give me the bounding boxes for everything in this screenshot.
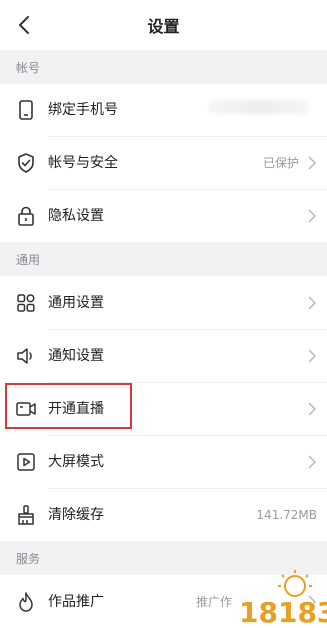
highlight-box <box>5 383 132 429</box>
back-arrow-icon <box>19 16 29 34</box>
header-bar: 设置 <box>0 0 327 50</box>
back-button[interactable] <box>12 12 36 38</box>
speaker-icon <box>16 346 36 366</box>
broom-icon <box>16 505 36 525</box>
page-title: 设置 <box>147 17 180 36</box>
row-account-security[interactable]: 帐号与安全 已保护 <box>0 137 327 189</box>
row-label: 清除缓存 <box>48 507 104 523</box>
row-label: 通知设置 <box>48 348 104 364</box>
section-label: 帐号 <box>16 60 41 75</box>
row-label: 通用设置 <box>48 295 104 311</box>
row-label: 隐私设置 <box>48 208 104 224</box>
chevron-right-icon <box>308 402 317 416</box>
shield-icon <box>16 153 36 173</box>
row-label: 作品推广 <box>48 594 104 610</box>
chevron-right-icon <box>308 455 317 469</box>
chevron-right-icon <box>308 156 317 170</box>
play-icon <box>16 452 36 472</box>
watermark-text: 18183 <box>239 596 327 628</box>
row-privacy[interactable]: 隐私设置 <box>0 190 327 242</box>
watermark-logo: 18183 <box>238 570 327 628</box>
row-notification[interactable]: 通知设置 <box>0 330 327 382</box>
section-header-account: 帐号 <box>0 50 327 84</box>
row-label: 大屏模式 <box>48 454 104 470</box>
row-label: 帐号与安全 <box>48 155 118 171</box>
lock-icon <box>16 206 36 226</box>
row-clear-cache[interactable]: 清除缓存 141.72MB <box>0 489 327 541</box>
row-value: 已保护 <box>262 156 299 170</box>
chevron-right-icon <box>308 209 317 223</box>
section-label: 通用 <box>16 252 41 267</box>
section-label: 服务 <box>16 551 41 566</box>
cache-size: 141.72MB <box>256 508 317 522</box>
phone-number-redacted <box>209 100 309 114</box>
row-big-screen[interactable]: 大屏模式 <box>0 436 327 488</box>
grid-icon <box>16 293 36 313</box>
row-general-settings[interactable]: 通用设置 <box>0 277 327 329</box>
phone-icon <box>16 100 36 120</box>
chevron-right-icon <box>308 349 317 363</box>
chevron-right-icon <box>308 296 317 310</box>
section-header-general: 通用 <box>0 242 327 276</box>
row-value: 推广作 <box>195 595 232 609</box>
flame-icon <box>16 592 36 612</box>
row-label: 绑定手机号 <box>48 102 118 118</box>
